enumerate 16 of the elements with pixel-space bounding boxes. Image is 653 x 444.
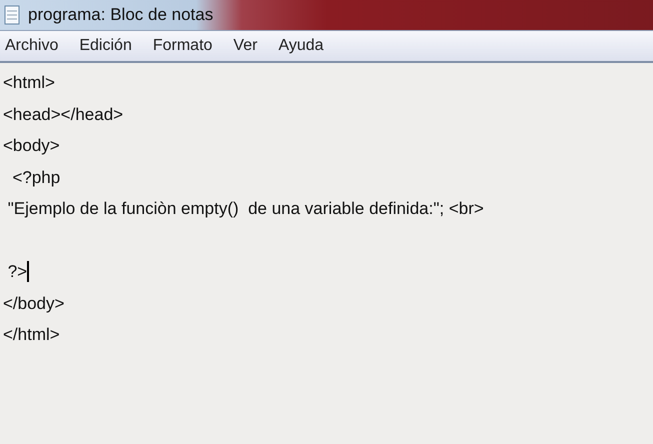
code-line: <html>: [3, 72, 55, 94]
code-line: </body>: [3, 292, 64, 314]
notepad-icon: [4, 5, 20, 25]
menu-item[interactable]: Ayuda: [278, 34, 324, 58]
window-title: programa: Bloc de notas: [28, 4, 214, 26]
code-line: <head></head>: [3, 104, 124, 126]
menu-item[interactable]: Ver: [233, 34, 258, 58]
code-line: </html>: [3, 324, 60, 346]
code-line: <?php: [11, 166, 60, 188]
menu-item[interactable]: Formato: [152, 34, 212, 58]
menu-item[interactable]: Archivo: [5, 34, 58, 58]
code-line: "Ejemplo de la funciòn empty() de una variable definida:"; <br>: [6, 198, 484, 220]
code-line: ?>: [6, 261, 28, 283]
code-line: <body>: [3, 135, 60, 157]
menu-item[interactable]: Edición: [79, 34, 132, 58]
text-caret: [27, 261, 30, 282]
